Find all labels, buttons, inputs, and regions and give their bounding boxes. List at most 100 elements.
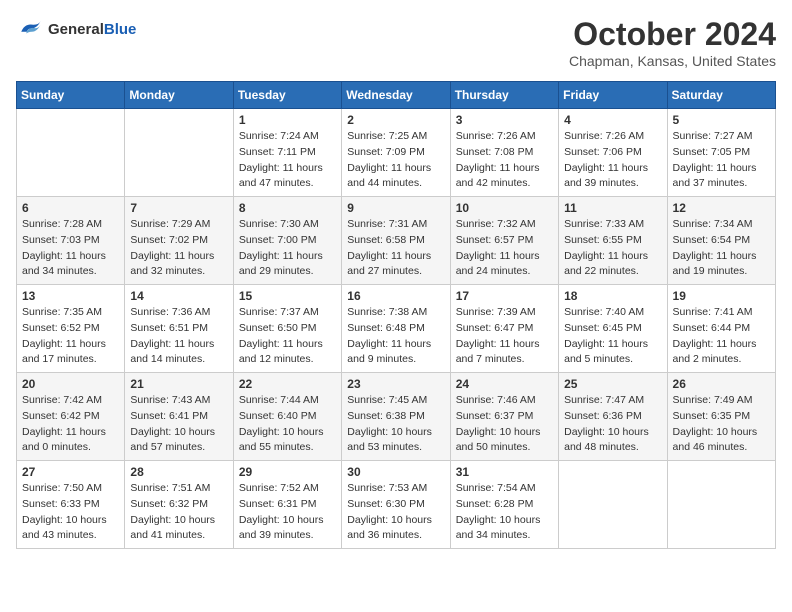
day-detail: Sunrise: 7:44 AMSunset: 6:40 PMDaylight:… — [239, 393, 336, 456]
day-detail: Sunrise: 7:28 AMSunset: 7:03 PMDaylight:… — [22, 217, 119, 280]
day-number: 30 — [347, 465, 444, 479]
day-header: Saturday — [667, 82, 775, 109]
day-number: 4 — [564, 113, 661, 127]
day-number: 23 — [347, 377, 444, 391]
day-number: 6 — [22, 201, 119, 215]
calendar-day-cell: 10 Sunrise: 7:32 AMSunset: 6:57 PMDayligh… — [450, 197, 558, 285]
day-detail: Sunrise: 7:39 AMSunset: 6:47 PMDaylight:… — [456, 305, 553, 368]
calendar-day-cell: 19Sunrise: 7:41 AMSunset: 6:44 PMDayligh… — [667, 285, 775, 373]
day-detail: Sunrise: 7:25 AMSunset: 7:09 PMDaylight:… — [347, 129, 444, 192]
day-number: 9 — [347, 201, 444, 215]
day-number: 8 — [239, 201, 336, 215]
calendar-day-cell: 30 Sunrise: 7:53 AMSunset: 6:30 PMDayligh… — [342, 461, 450, 549]
calendar-day-cell — [17, 109, 125, 197]
day-detail: Sunrise: 7:42 AMSunset: 6:42 PMDaylight:… — [22, 393, 119, 456]
day-header: Wednesday — [342, 82, 450, 109]
calendar-day-cell: 23 Sunrise: 7:45 AMSunset: 6:38 PMDayligh… — [342, 373, 450, 461]
day-detail: Sunrise: 7:30 AMSunset: 7:00 PMDaylight:… — [239, 217, 336, 280]
day-number: 31 — [456, 465, 553, 479]
calendar-day-cell: 21Sunrise: 7:43 AMSunset: 6:41 PMDayligh… — [125, 373, 233, 461]
page-header: GeneralBlue October 2024 Chapman, Kansas… — [16, 16, 776, 69]
day-detail: Sunrise: 7:34 AMSunset: 6:54 PMDaylight:… — [673, 217, 770, 280]
day-header: Thursday — [450, 82, 558, 109]
calendar-day-cell: 22 Sunrise: 7:44 AMSunset: 6:40 PMDayligh… — [233, 373, 341, 461]
day-detail: Sunrise: 7:40 AMSunset: 6:45 PMDaylight:… — [564, 305, 661, 368]
calendar-day-cell: 14 Sunrise: 7:36 AMSunset: 6:51 PMDayligh… — [125, 285, 233, 373]
day-number: 2 — [347, 113, 444, 127]
calendar-week-row: 1 Sunrise: 7:24 AMSunset: 7:11 PMDaylight… — [17, 109, 776, 197]
calendar-day-cell: 25Sunrise: 7:47 AMSunset: 6:36 PMDayligh… — [559, 373, 667, 461]
day-detail: Sunrise: 7:52 AMSunset: 6:31 PMDaylight:… — [239, 481, 336, 544]
title-block: October 2024 Chapman, Kansas, United Sta… — [569, 16, 776, 69]
day-number: 25 — [564, 377, 661, 391]
calendar-day-cell: 6 Sunrise: 7:28 AMSunset: 7:03 PMDaylight… — [17, 197, 125, 285]
calendar-day-cell: 28Sunrise: 7:51 AMSunset: 6:32 PMDayligh… — [125, 461, 233, 549]
day-number: 29 — [239, 465, 336, 479]
calendar-day-cell: 2 Sunrise: 7:25 AMSunset: 7:09 PMDaylight… — [342, 109, 450, 197]
day-detail: Sunrise: 7:29 AMSunset: 7:02 PMDaylight:… — [130, 217, 227, 280]
day-detail: Sunrise: 7:51 AMSunset: 6:32 PMDaylight:… — [130, 481, 227, 544]
day-number: 22 — [239, 377, 336, 391]
calendar-day-cell: 9 Sunrise: 7:31 AMSunset: 6:58 PMDaylight… — [342, 197, 450, 285]
calendar-day-cell: 3 Sunrise: 7:26 AMSunset: 7:08 PMDaylight… — [450, 109, 558, 197]
day-number: 5 — [673, 113, 770, 127]
day-number: 1 — [239, 113, 336, 127]
day-detail: Sunrise: 7:35 AMSunset: 6:52 PMDaylight:… — [22, 305, 119, 368]
day-detail: Sunrise: 7:45 AMSunset: 6:38 PMDaylight:… — [347, 393, 444, 456]
calendar-week-row: 6 Sunrise: 7:28 AMSunset: 7:03 PMDaylight… — [17, 197, 776, 285]
calendar-day-cell: 17 Sunrise: 7:39 AMSunset: 6:47 PMDayligh… — [450, 285, 558, 373]
calendar-day-cell: 20 Sunrise: 7:42 AMSunset: 6:42 PMDayligh… — [17, 373, 125, 461]
calendar-day-cell: 27 Sunrise: 7:50 AMSunset: 6:33 PMDayligh… — [17, 461, 125, 549]
calendar-table: SundayMondayTuesdayWednesdayThursdayFrid… — [16, 81, 776, 549]
day-detail: Sunrise: 7:24 AMSunset: 7:11 PMDaylight:… — [239, 129, 336, 192]
day-number: 13 — [22, 289, 119, 303]
calendar-day-cell: 31 Sunrise: 7:54 AMSunset: 6:28 PMDayligh… — [450, 461, 558, 549]
day-number: 15 — [239, 289, 336, 303]
day-number: 3 — [456, 113, 553, 127]
day-detail: Sunrise: 7:41 AMSunset: 6:44 PMDaylight:… — [673, 305, 770, 368]
day-number: 16 — [347, 289, 444, 303]
day-detail: Sunrise: 7:31 AMSunset: 6:58 PMDaylight:… — [347, 217, 444, 280]
calendar-day-cell: 13 Sunrise: 7:35 AMSunset: 6:52 PMDayligh… — [17, 285, 125, 373]
calendar-day-cell — [667, 461, 775, 549]
day-header: Sunday — [17, 82, 125, 109]
day-detail: Sunrise: 7:37 AMSunset: 6:50 PMDaylight:… — [239, 305, 336, 368]
day-number: 11 — [564, 201, 661, 215]
logo-text: GeneralBlue — [48, 21, 136, 39]
day-detail: Sunrise: 7:26 AMSunset: 7:08 PMDaylight:… — [456, 129, 553, 192]
day-header: Tuesday — [233, 82, 341, 109]
day-detail: Sunrise: 7:27 AMSunset: 7:05 PMDaylight:… — [673, 129, 770, 192]
calendar-day-cell: 1 Sunrise: 7:24 AMSunset: 7:11 PMDaylight… — [233, 109, 341, 197]
day-number: 14 — [130, 289, 227, 303]
day-number: 17 — [456, 289, 553, 303]
day-number: 20 — [22, 377, 119, 391]
day-number: 18 — [564, 289, 661, 303]
day-header: Friday — [559, 82, 667, 109]
day-number: 24 — [456, 377, 553, 391]
calendar-day-cell: 4Sunrise: 7:26 AMSunset: 7:06 PMDaylight… — [559, 109, 667, 197]
calendar-day-cell: 29 Sunrise: 7:52 AMSunset: 6:31 PMDayligh… — [233, 461, 341, 549]
day-detail: Sunrise: 7:50 AMSunset: 6:33 PMDaylight:… — [22, 481, 119, 544]
day-number: 26 — [673, 377, 770, 391]
day-number: 10 — [456, 201, 553, 215]
day-number: 27 — [22, 465, 119, 479]
calendar-week-row: 27 Sunrise: 7:50 AMSunset: 6:33 PMDayligh… — [17, 461, 776, 549]
day-detail: Sunrise: 7:32 AMSunset: 6:57 PMDaylight:… — [456, 217, 553, 280]
month-title: October 2024 — [569, 16, 776, 53]
day-detail: Sunrise: 7:38 AMSunset: 6:48 PMDaylight:… — [347, 305, 444, 368]
calendar-day-cell: 7Sunrise: 7:29 AMSunset: 7:02 PMDaylight… — [125, 197, 233, 285]
day-number: 21 — [130, 377, 227, 391]
day-detail: Sunrise: 7:54 AMSunset: 6:28 PMDaylight:… — [456, 481, 553, 544]
day-detail: Sunrise: 7:36 AMSunset: 6:51 PMDaylight:… — [130, 305, 227, 368]
day-headers-row: SundayMondayTuesdayWednesdayThursdayFrid… — [17, 82, 776, 109]
calendar-day-cell — [125, 109, 233, 197]
day-detail: Sunrise: 7:53 AMSunset: 6:30 PMDaylight:… — [347, 481, 444, 544]
calendar-day-cell: 15 Sunrise: 7:37 AMSunset: 6:50 PMDayligh… — [233, 285, 341, 373]
logo-bird-icon — [16, 16, 44, 44]
day-number: 12 — [673, 201, 770, 215]
day-header: Monday — [125, 82, 233, 109]
location: Chapman, Kansas, United States — [569, 53, 776, 69]
calendar-day-cell: 8 Sunrise: 7:30 AMSunset: 7:00 PMDaylight… — [233, 197, 341, 285]
day-detail: Sunrise: 7:33 AMSunset: 6:55 PMDaylight:… — [564, 217, 661, 280]
calendar-day-cell — [559, 461, 667, 549]
